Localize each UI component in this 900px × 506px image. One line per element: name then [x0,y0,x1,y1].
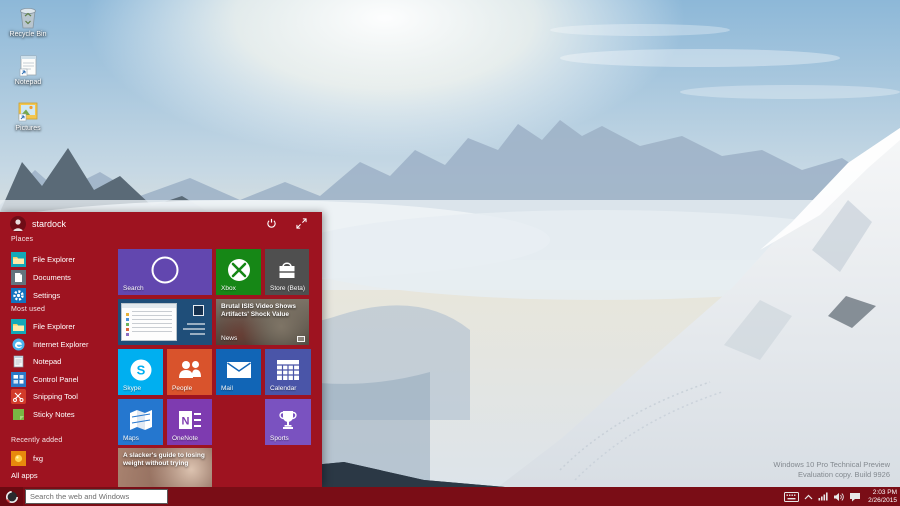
watermark-line2: Evaluation copy. Build 9926 [797,470,890,479]
build-watermark: Windows 10 Pro Technical Preview Evaluat… [773,460,890,480]
preview-window [121,303,177,341]
tray-expand-chevron-icon[interactable] [804,487,813,506]
touch-keyboard-icon[interactable] [784,487,800,506]
calendar-icon [277,359,299,380]
desktop-icon-label: Recycle Bin [9,31,47,38]
watermark-line1: Windows 10 Pro Technical Preview [773,460,890,469]
tile-skype[interactable]: S Skype [118,349,163,395]
tile-store[interactable]: Store (Beta) [265,249,309,295]
msn-logo-icon [297,336,305,342]
clock-time: 2:03 PM [872,489,897,496]
skype-icon: S [130,359,151,381]
sports-trophy-icon [279,410,297,429]
people-icon [178,360,201,378]
tile-mail[interactable]: Mail [216,349,261,395]
maps-icon [129,409,152,430]
menu-item-settings[interactable]: Settings [11,287,111,303]
action-center-icon[interactable] [849,487,861,506]
menu-item-file-explorer[interactable]: File Explorer [11,251,111,267]
documents-icon [11,269,26,285]
mail-envelope-icon [226,361,251,378]
expand-icon [295,217,307,229]
xbox-icon [227,258,250,281]
health-headline: A slacker's guide to losing weight witho… [123,452,205,467]
tile-search[interactable]: Search [118,249,212,295]
svg-text:N: N [181,415,189,427]
section-label-recently-added: Recently added [11,437,63,444]
recycle-bin-icon [20,8,36,29]
start-button[interactable] [0,487,23,506]
user-avatar [10,216,26,232]
desktop-icon-pictures[interactable]: Pictures [4,98,52,132]
svg-text:S: S [136,362,145,377]
notepad-icon [19,55,37,77]
menu-item-internet-explorer[interactable]: Internet Explorer [11,336,111,352]
power-button[interactable] [263,216,279,230]
desktop-icon-label: Notepad [14,79,42,86]
sticky-notes-icon [11,407,26,422]
network-icon[interactable] [818,487,828,506]
start-menu: stardock Places File Explorer Documents … [0,212,322,487]
clock-date: 2/26/2015 [868,496,897,504]
user-name: stardock [32,219,67,229]
preview-avatar [193,305,204,316]
file-explorer-icon [11,251,26,267]
system-tray: 2:03 PM 2/26/2015 [784,487,900,506]
snipping-tool-icon [11,388,26,404]
user-account-button[interactable]: stardock [10,215,66,233]
menu-item-snipping-tool[interactable]: Snipping Tool [11,388,111,404]
preview-sidebar [178,303,208,341]
control-panel-icon [11,371,26,387]
desktop-icon-notepad[interactable]: Notepad [4,52,52,86]
tile-maps[interactable]: Maps [118,399,163,445]
menu-item-notepad[interactable]: Notepad [11,353,111,369]
news-headline: Brutal ISIS Video Shows Artifacts' Shock… [221,303,297,318]
settings-gear-icon [11,287,26,303]
notepad-app-icon [11,354,26,369]
all-apps-button[interactable]: All apps [11,471,38,480]
file-explorer-icon [11,318,26,334]
internet-explorer-icon [11,337,26,352]
taskbar-clock[interactable]: 2:03 PM 2/26/2015 [866,489,897,504]
store-bag-icon [279,262,295,278]
expand-fullscreen-button[interactable] [293,216,309,230]
tile-app-preview[interactable] [118,299,212,345]
tile-onenote[interactable]: N OneNote [167,399,212,445]
tile-people[interactable]: People [167,349,212,395]
taskbar-search-input[interactable] [25,489,168,504]
section-label-places: Places [11,236,34,243]
menu-item-documents[interactable]: Documents [11,269,111,285]
search-icon [151,256,179,284]
start-orb-icon [5,490,18,503]
fxg-app-icon [11,450,26,466]
tile-health-fitness[interactable]: A slacker's guide to losing weight witho… [118,448,212,487]
menu-item-fxg[interactable]: fxg [11,450,111,466]
power-icon [266,218,276,228]
menu-item-control-panel[interactable]: Control Panel [11,371,111,387]
volume-icon[interactable] [833,487,844,506]
tile-news[interactable]: Brutal ISIS Video Shows Artifacts' Shock… [216,299,309,345]
tile-xbox[interactable]: Xbox [216,249,261,295]
desktop-icon-label: Pictures [15,125,41,132]
desktop-icon-recycle-bin[interactable]: Recycle Bin [4,4,52,38]
taskbar: 2:03 PM 2/26/2015 [0,487,900,506]
menu-item-file-explorer-2[interactable]: File Explorer [11,318,111,334]
tile-calendar[interactable]: Calendar [265,349,311,395]
desktop: Recycle Bin Notepad Pictures Windows 10 … [0,0,900,506]
pictures-icon [18,102,38,122]
section-label-most-used: Most used [11,306,46,313]
tile-sports[interactable]: Sports [265,399,311,445]
menu-item-sticky-notes[interactable]: Sticky Notes [11,406,111,422]
onenote-icon: N [178,410,201,429]
